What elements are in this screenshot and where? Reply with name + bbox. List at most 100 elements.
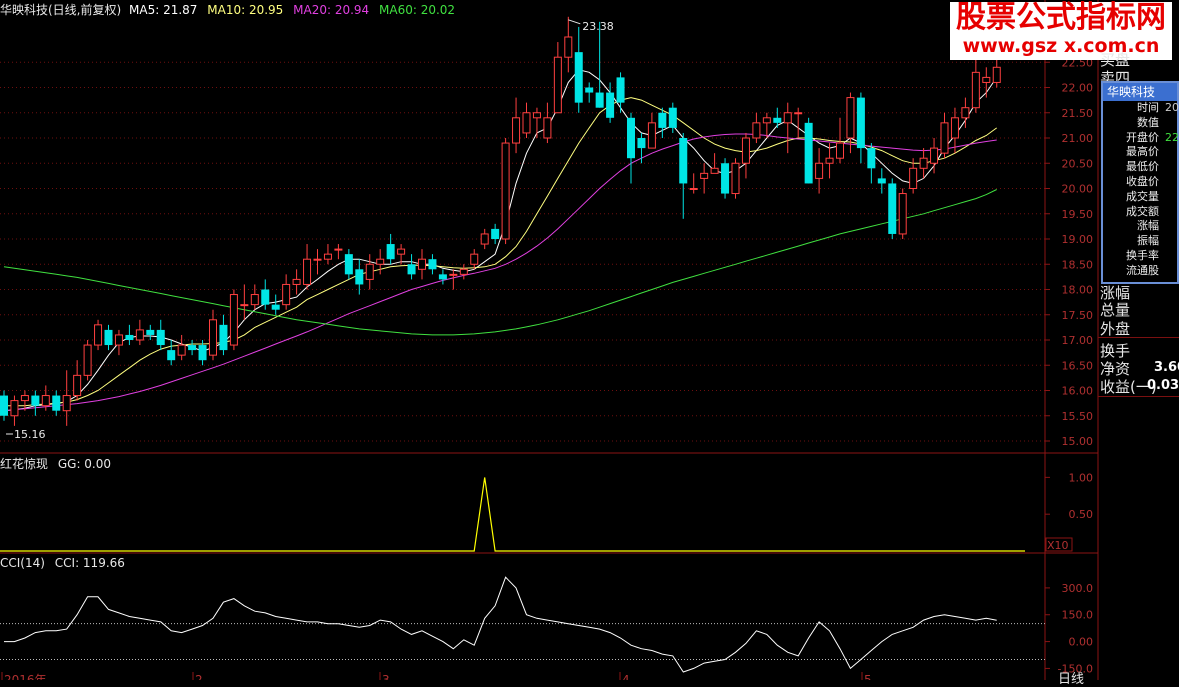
watermark-url: www.gsz x.com.cn (962, 35, 1160, 57)
candle (762, 112, 771, 138)
candle (574, 26, 583, 113)
candle-body (909, 167, 918, 190)
candle (867, 143, 876, 184)
candle-body (219, 324, 228, 351)
candle-body (355, 269, 364, 285)
axis-tick-label: 20.50 (1062, 157, 1094, 170)
sub2-title: CCI(14) (0, 556, 45, 570)
axis-tick-label: 18.50 (1062, 258, 1094, 271)
candle (982, 67, 991, 98)
candle-body (856, 97, 865, 149)
popup-row: 开盘价 22 (1126, 130, 1179, 144)
ma-line-ma20 (3, 133, 997, 412)
axis-tick-label: 22.00 (1062, 82, 1094, 95)
popup-row: 换手率 (1126, 248, 1159, 262)
popup-title[interactable]: 华映科技 (1103, 83, 1177, 101)
candle (146, 324, 155, 340)
candle (658, 107, 667, 138)
high-price-label: 23.38 (582, 20, 614, 33)
watermark-title: 股票公式指标网 (956, 0, 1166, 35)
candle-body (167, 350, 176, 361)
candle (470, 249, 479, 270)
signal-line (0, 477, 1025, 552)
candle (418, 249, 426, 280)
candle (532, 107, 541, 138)
candle (250, 284, 259, 310)
candle-body (83, 344, 92, 376)
candle-body (773, 117, 782, 123)
candle-body (846, 97, 855, 139)
candle-body (261, 289, 270, 305)
candle (543, 102, 552, 144)
candle (564, 16, 573, 73)
candle (240, 284, 249, 320)
candle-body (282, 283, 291, 306)
low-price-label: 15.16 (14, 428, 46, 441)
candle-body (177, 344, 186, 356)
candle (407, 254, 416, 280)
candle (313, 249, 322, 275)
sub-chart-cci: 300.0150.00.00-150.0 (0, 576, 1094, 675)
popup-row: 时间 20 (1137, 101, 1179, 114)
candle (783, 102, 792, 154)
candle (438, 269, 447, 285)
candlesticks: 23.38 15.16 (0, 16, 1001, 441)
axis-tick-label: 21.50 (1062, 107, 1094, 120)
candle-body (815, 162, 824, 179)
candle-body (898, 193, 907, 235)
axis-tick-label: 21.00 (1062, 132, 1094, 145)
candle-body (470, 253, 479, 265)
candle-body (888, 183, 897, 234)
candle-body (52, 395, 61, 411)
axis-tick-label: 16.00 (1062, 385, 1094, 398)
candle (31, 390, 40, 416)
candle-body (553, 56, 562, 114)
candle (815, 148, 824, 194)
data-window-popup[interactable]: 华映科技 时间 20 数值 开盘价 22 最高价 最低价 收盘价 成交量 成交额 涨… (1101, 81, 1179, 284)
candle (825, 143, 834, 179)
candle (752, 112, 761, 144)
candle (971, 52, 980, 113)
stock-title[interactable]: 华映科技(日线,前复权) (0, 3, 121, 17)
date-tick-label: 5 (864, 673, 872, 680)
period-label[interactable]: 日线 (1058, 668, 1084, 687)
candle (700, 163, 709, 194)
sub1-value: GG: 0.00 (57, 457, 112, 471)
axis-tick-label: 1.00 (1069, 471, 1094, 484)
candle-body (627, 117, 635, 159)
candle-body (41, 395, 50, 407)
candle-body (303, 258, 312, 285)
candle-body (188, 345, 197, 351)
kline-chart[interactable]: 23.3815.16 22.5022.0021.5021.0020.5020.0… (0, 0, 1179, 680)
candle (804, 117, 813, 184)
candle-body (459, 268, 468, 275)
candle (836, 117, 844, 164)
candle-body (397, 248, 406, 255)
candle (919, 148, 928, 179)
axis-tick-label: 0.00 (1069, 636, 1094, 649)
candle-body (877, 178, 886, 184)
price-axis: 22.5022.0021.5021.0020.5020.0019.5019.00… (1045, 56, 1093, 448)
candle-body (595, 92, 604, 108)
candle (647, 112, 656, 149)
popup-row: 最高价 (1126, 145, 1159, 159)
candle (741, 132, 750, 179)
candle (156, 319, 165, 351)
candle-body (752, 122, 761, 139)
candle-body (919, 157, 928, 169)
popup-row: 数值 (1137, 115, 1159, 129)
right-panel-value: 0.039 (1147, 378, 1179, 393)
candle (114, 329, 123, 356)
popup-row: 最低价 (1126, 160, 1159, 174)
candle-body (658, 112, 667, 128)
candle-body (804, 122, 813, 184)
candle-body (94, 324, 103, 346)
candle-body (418, 258, 426, 270)
candle (209, 309, 217, 361)
candle (731, 158, 740, 199)
site-watermark: 股票公式指标网 www.gsz x.com.cn (950, 2, 1172, 60)
candle (627, 112, 635, 184)
candle-body (323, 253, 332, 260)
sub1-header: 红花惊现 GG: 0.00 (0, 455, 111, 472)
axis-tick-label: 15.50 (1062, 410, 1094, 423)
